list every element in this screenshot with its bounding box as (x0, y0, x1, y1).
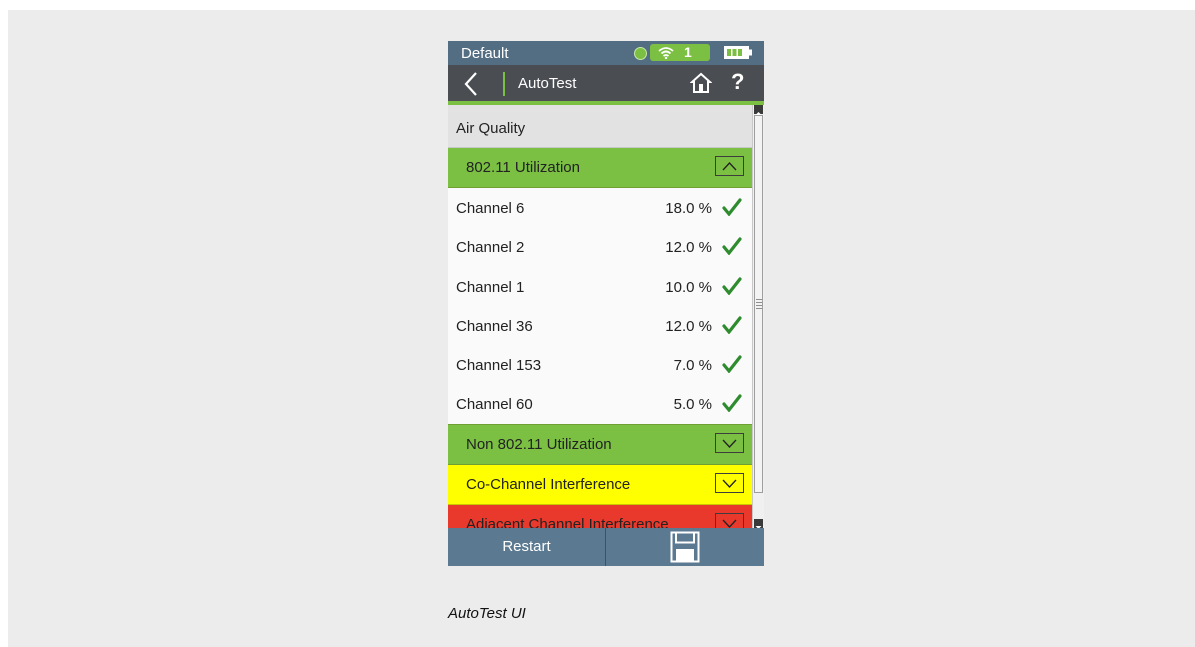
scroll-up-arrow-icon[interactable] (754, 105, 763, 115)
row-label: Channel 153 (456, 357, 542, 375)
check-icon (722, 198, 742, 216)
group-header-adjacent-channel-interference[interactable]: Adjacent Channel Interference (448, 504, 752, 528)
figure-caption: AutoTest UI (448, 605, 526, 622)
nav-divider (503, 72, 505, 96)
table-row[interactable]: Channel 36 12.0 % (448, 306, 752, 345)
bottom-bar: Restart (448, 528, 764, 566)
table-row[interactable]: Channel 6 18.0 % (448, 188, 752, 227)
group-header-co-channel-interference[interactable]: Co-Channel Interference (448, 464, 752, 505)
chevron-down-icon (722, 479, 737, 488)
group-label: Adjacent Channel Interference (466, 515, 669, 528)
chevron-down-icon (722, 519, 737, 528)
section-title: Air Quality (456, 120, 526, 137)
expand-button[interactable] (715, 432, 744, 453)
results-list[interactable]: Air Quality 802.11 Utilization Channel 6… (448, 105, 752, 528)
row-label: Channel 60 (456, 396, 533, 414)
scroll-down-arrow-icon[interactable] (754, 519, 763, 529)
group-label: 802.11 Utilization (466, 159, 580, 176)
grip-icon (756, 299, 762, 309)
chevron-down-icon (722, 439, 737, 448)
group-header-non-802-11-utilization[interactable]: Non 802.11 Utilization (448, 423, 752, 465)
row-value: 18.0 % (665, 200, 712, 217)
table-row[interactable]: Channel 2 12.0 % (448, 227, 752, 266)
check-icon (722, 394, 742, 413)
table-row[interactable]: Channel 60 5.0 % (448, 384, 752, 423)
table-row[interactable]: Channel 1 10.0 % (448, 267, 752, 306)
scrollbar[interactable] (752, 105, 764, 529)
device-screen: Default 1 AutoTest ? Air Quality 802.11 … (448, 41, 764, 566)
help-button[interactable]: ? (731, 69, 744, 95)
row-value: 10.0 % (665, 278, 712, 296)
check-icon (722, 237, 742, 256)
group-label: Co-Channel Interference (466, 475, 631, 493)
table-row[interactable]: Channel 153 7.0 % (448, 345, 752, 384)
check-icon (722, 355, 742, 374)
row-value: 5.0 % (673, 396, 712, 414)
check-icon (722, 316, 742, 334)
wifi-count: 1 (684, 44, 692, 60)
wifi-status[interactable]: 1 (650, 44, 710, 61)
check-icon (722, 276, 742, 295)
section-header: Air Quality (448, 105, 752, 148)
chevron-up-icon (722, 162, 737, 171)
scroll-thumb[interactable] (754, 115, 763, 493)
home-icon[interactable] (690, 72, 712, 94)
row-value: 12.0 % (665, 317, 712, 335)
restart-button[interactable]: Restart (448, 528, 606, 566)
status-led-icon (634, 47, 647, 60)
collapse-button[interactable] (715, 156, 744, 176)
channel-rows: Channel 6 18.0 % Channel 2 12.0 % Channe… (448, 188, 752, 424)
wifi-icon (658, 47, 674, 59)
page-title: AutoTest (518, 75, 577, 92)
back-chevron-icon[interactable] (462, 71, 482, 97)
nav-bar: AutoTest ? (448, 65, 764, 105)
row-label: Channel 2 (456, 239, 525, 257)
row-label: Channel 1 (456, 278, 525, 296)
status-bar: Default 1 (448, 41, 764, 65)
expand-button[interactable] (715, 512, 744, 528)
group-header-802-11-utilization[interactable]: 802.11 Utilization (448, 148, 752, 188)
row-label: Channel 36 (456, 317, 533, 335)
row-label: Channel 6 (456, 200, 525, 217)
row-value: 12.0 % (665, 239, 712, 257)
group-label: Non 802.11 Utilization (466, 435, 612, 453)
battery-icon (724, 46, 752, 59)
expand-button[interactable] (715, 472, 744, 493)
floppy-disk-icon (670, 531, 700, 563)
save-button[interactable] (606, 528, 764, 566)
profile-name[interactable]: Default (461, 45, 509, 62)
row-value: 7.0 % (673, 357, 712, 375)
